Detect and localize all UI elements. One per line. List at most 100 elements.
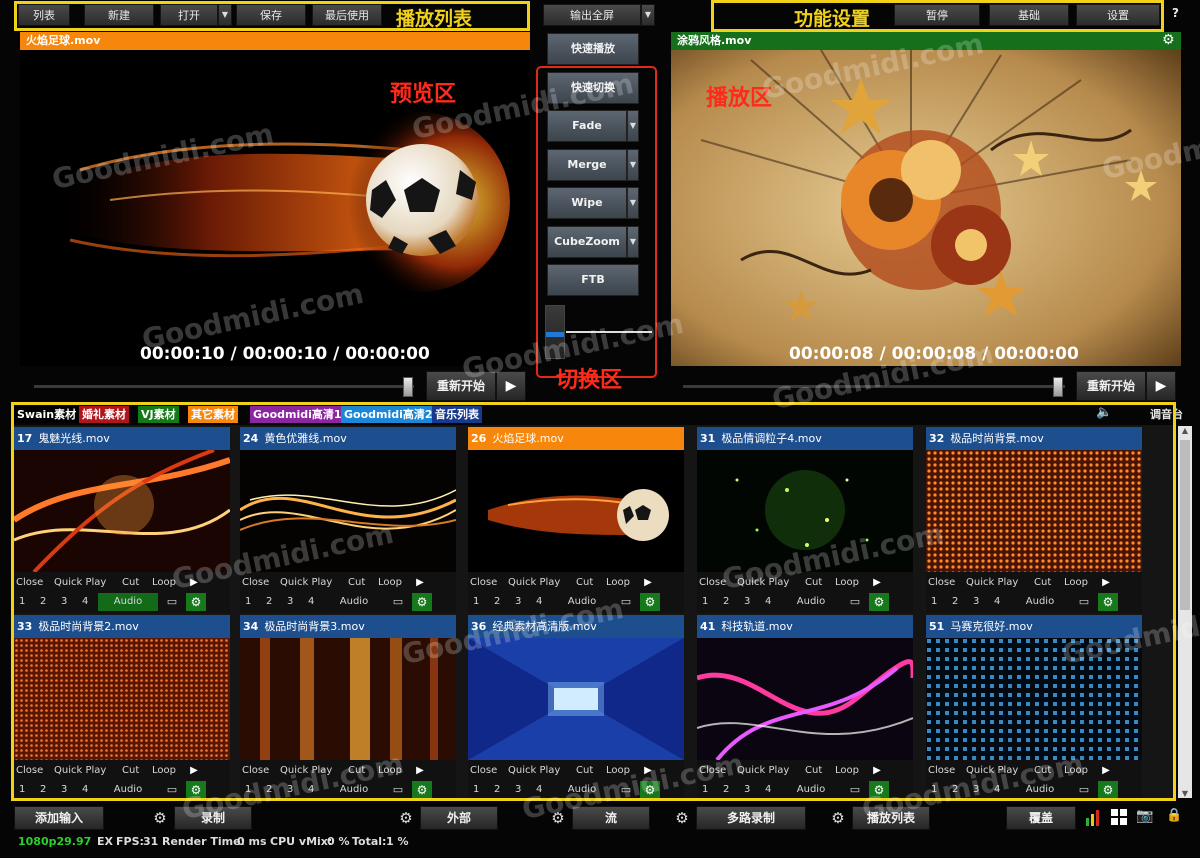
overlay-3-button[interactable]: 3	[744, 593, 750, 611]
cut-button[interactable]: Cut	[122, 762, 139, 779]
play-icon[interactable]: ▶	[186, 574, 202, 591]
settings-button[interactable]: 设置	[1076, 4, 1160, 26]
input-card[interactable]: 41 科技轨道.mov Close Quick Play Cut Loop ▶ 1 2 3 4 Aud…	[697, 615, 913, 801]
input-thumbnail[interactable]	[926, 450, 1142, 572]
overlay-4-button[interactable]: 4	[308, 781, 314, 799]
monitor-icon[interactable]: ▭	[847, 593, 863, 611]
audio-button[interactable]: Audio	[98, 593, 158, 611]
loop-button[interactable]: Loop	[606, 762, 630, 779]
input-thumbnail[interactable]	[468, 638, 684, 760]
close-button[interactable]: Close	[242, 762, 269, 779]
cut-button[interactable]: Cut	[576, 762, 593, 779]
input-card-title[interactable]: 36 经典素材高清版.mov	[468, 615, 684, 638]
play-icon[interactable]: ▶	[869, 574, 885, 591]
monitor-icon[interactable]: ▭	[1076, 593, 1092, 611]
tab-goodmidi-hd1[interactable]: Goodmidi高清1	[250, 406, 345, 423]
pause-button[interactable]: 暂停	[894, 4, 980, 26]
overlay-4-button[interactable]: 4	[536, 593, 542, 611]
overlay-2-button[interactable]: 2	[723, 781, 729, 799]
overlay-4-button[interactable]: 4	[994, 593, 1000, 611]
quick-play-button[interactable]: Quick Play	[508, 762, 560, 779]
external-button[interactable]: 外部	[420, 806, 498, 830]
stream-button[interactable]: 流	[572, 806, 650, 830]
cubezoom-dropdown-arrow[interactable]: ▼	[627, 226, 639, 258]
playlist-gear-icon[interactable]: ⚙	[824, 806, 852, 830]
overlay-4-button[interactable]: 4	[765, 781, 771, 799]
play-icon[interactable]: ▶	[640, 762, 656, 779]
quick-play-button[interactable]: Quick Play	[280, 574, 332, 591]
input-card-title[interactable]: 34 极品时尚背景3.mov	[240, 615, 456, 638]
external-gear-icon[interactable]: ⚙	[392, 806, 420, 830]
preview-position-track[interactable]	[34, 385, 414, 388]
play-icon[interactable]: ▶	[186, 762, 202, 779]
quick-play-button[interactable]: Quick Play	[54, 762, 106, 779]
overlay-2-button[interactable]: 2	[40, 781, 46, 799]
tab-other[interactable]: 其它素材	[188, 406, 238, 423]
tab-vj[interactable]: VJ素材	[138, 406, 179, 423]
input-thumbnail[interactable]	[697, 450, 913, 572]
overlay-3-button[interactable]: 3	[61, 593, 67, 611]
close-button[interactable]: Close	[928, 762, 955, 779]
overlay-1-button[interactable]: 1	[702, 593, 708, 611]
input-card-title[interactable]: 26 火焰足球.mov	[468, 427, 684, 450]
quick-play-button[interactable]: Quick Play	[737, 762, 789, 779]
overlay-2-button[interactable]: 2	[723, 593, 729, 611]
basic-button[interactable]: 基础	[989, 4, 1069, 26]
input-card[interactable]: 34 极品时尚背景3.mov Close Quick Play Cut Loop ▶ 1 2 3 4…	[240, 615, 456, 801]
close-button[interactable]: Close	[16, 574, 43, 591]
preview-play-button[interactable]: ▶	[496, 371, 526, 401]
loop-button[interactable]: Loop	[606, 574, 630, 591]
close-button[interactable]: Close	[470, 762, 497, 779]
gear-icon[interactable]: ⚙	[412, 781, 432, 799]
audio-button[interactable]: Audio	[98, 781, 158, 799]
stream-gear-icon[interactable]: ⚙	[544, 806, 572, 830]
quick-play-button[interactable]: Quick Play	[280, 762, 332, 779]
audio-button[interactable]: Audio	[781, 593, 841, 611]
input-scrollbar[interactable]: ▲ ▼	[1178, 426, 1192, 798]
add-input-button[interactable]: 添加输入	[14, 806, 104, 830]
monitor-icon[interactable]: ▭	[164, 781, 180, 799]
overlay-3-button[interactable]: 3	[287, 593, 293, 611]
loop-button[interactable]: Loop	[1064, 762, 1088, 779]
overlay-4-button[interactable]: 4	[308, 593, 314, 611]
lock-icon[interactable]: 🔒	[1166, 808, 1182, 823]
input-thumbnail[interactable]	[240, 638, 456, 760]
input-card-title[interactable]: 32 极品时尚背景.mov	[926, 427, 1142, 450]
record-gear-icon[interactable]: ⚙	[146, 806, 174, 830]
help-icon[interactable]: ?	[1172, 6, 1179, 20]
fade-button[interactable]: Fade	[547, 110, 627, 142]
close-button[interactable]: Close	[242, 574, 269, 591]
input-thumbnail[interactable]	[697, 638, 913, 760]
input-card-title[interactable]: 31 极品情调粒子4.mov	[697, 427, 913, 450]
loop-button[interactable]: Loop	[378, 574, 402, 591]
multiview-grid-icon[interactable]	[1110, 808, 1128, 826]
cut-button[interactable]: Cut	[576, 574, 593, 591]
input-card[interactable]: 17 鬼魅光线.mov Close Quick Play Cut Loop ▶ 1 2 3 4 Aud…	[14, 427, 230, 613]
input-card[interactable]: 31 极品情调粒子4.mov Close Quick Play Cut Loop ▶ 1 2 3 4…	[697, 427, 913, 613]
overlay-3-button[interactable]: 3	[287, 781, 293, 799]
open-dropdown-arrow[interactable]: ▼	[218, 4, 232, 26]
wipe-dropdown-arrow[interactable]: ▼	[627, 187, 639, 219]
overlay-2-button[interactable]: 2	[266, 593, 272, 611]
cut-button[interactable]: Cut	[1034, 762, 1051, 779]
play-icon[interactable]: ▶	[640, 574, 656, 591]
recent-button[interactable]: 最后使用	[312, 4, 382, 26]
monitor-icon[interactable]: ▭	[164, 593, 180, 611]
play-icon[interactable]: ▶	[412, 762, 428, 779]
play-icon[interactable]: ▶	[412, 574, 428, 591]
input-card-title[interactable]: 24 黄色优雅线.mov	[240, 427, 456, 450]
loop-button[interactable]: Loop	[835, 574, 859, 591]
input-card[interactable]: 51 马赛克很好.mov Close Quick Play Cut Loop ▶ 1 2 3 4 Au…	[926, 615, 1142, 801]
quick-cut-button[interactable]: 快速切换	[547, 72, 639, 104]
merge-dropdown-arrow[interactable]: ▼	[627, 149, 639, 181]
quick-play-button[interactable]: Quick Play	[737, 574, 789, 591]
loop-button[interactable]: Loop	[1064, 574, 1088, 591]
tab-goodmidi-hd2[interactable]: Goodmidi高清2	[341, 406, 436, 423]
overlay-2-button[interactable]: 2	[952, 781, 958, 799]
output-restart-button[interactable]: 重新开始	[1076, 371, 1146, 401]
cut-button[interactable]: Cut	[1034, 574, 1051, 591]
output-fullscreen-button[interactable]: 输出全屏	[543, 4, 641, 26]
save-button[interactable]: 保存	[236, 4, 306, 26]
list-button[interactable]: 列表	[18, 4, 70, 26]
ftb-button[interactable]: FTB	[547, 264, 639, 296]
